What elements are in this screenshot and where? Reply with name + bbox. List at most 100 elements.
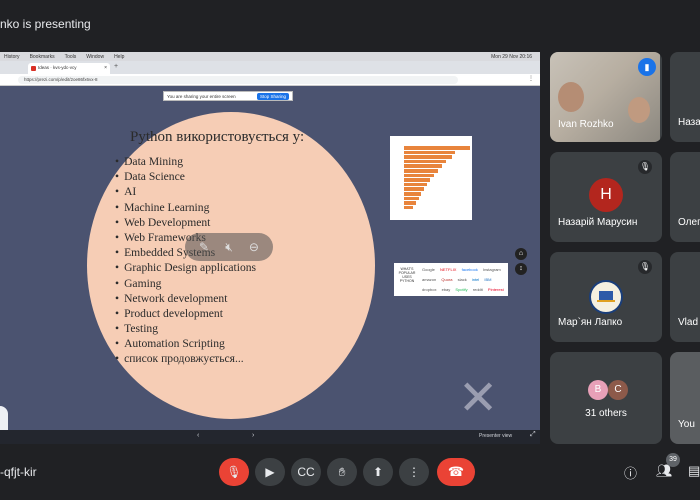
participant-name: Назарій Марусин xyxy=(558,217,638,228)
tile-hover-controls[interactable]: ✎ 🔇︎ ⊖ xyxy=(185,233,273,261)
logo-ebay: ebay xyxy=(441,287,451,292)
participant-tile[interactable]: 🎙︎ Мар`ян Лапко xyxy=(550,252,662,342)
others-count: 31 others xyxy=(585,408,627,419)
remove-icon[interactable]: ⊖ xyxy=(249,240,259,254)
person-face xyxy=(628,97,650,123)
logos-row: Google NETFLIX facebook Instagram xyxy=(422,267,505,272)
logo-slack: slack xyxy=(457,277,467,282)
self-tile[interactable]: You xyxy=(670,352,700,444)
meeting-details-icon[interactable]: ⓘ xyxy=(624,463,637,482)
list-item: AI xyxy=(115,184,256,199)
microphone-off-button[interactable]: 🎙︎ xyxy=(219,458,249,486)
home-icon: ⌂ xyxy=(515,248,527,260)
participant-tile[interactable]: Vlad xyxy=(670,252,700,342)
slide-thumbnail-logos: WHAT'S POPULAR USES PYTHON Google NETFLI… xyxy=(394,263,508,296)
browser-tab: Ideas · kvs-ydc-vcy × xyxy=(28,63,110,74)
list-item: Gaming xyxy=(115,276,256,291)
mac-menu-bar: History Bookmarks Tools Window Help Mon … xyxy=(0,52,540,61)
raise-hand-button[interactable]: ✋︎ xyxy=(327,458,357,486)
captions-button[interactable]: CC xyxy=(291,458,321,486)
list-item: Testing xyxy=(115,321,256,336)
participant-tile[interactable]: 🎙︎ Н Назарій Марусин xyxy=(550,152,662,242)
list-item: Product development xyxy=(115,306,256,321)
prezi-bottom-bar: ‹ › Presenter view ⤢ xyxy=(0,430,540,444)
stop-sharing-button: Stop Sharing xyxy=(256,92,289,100)
logo-dropbox: dropbox xyxy=(422,287,437,292)
laptop-logo-icon xyxy=(597,291,615,302)
presenter-view-label: Presenter view xyxy=(479,433,513,439)
fit-view-icon: ↕ xyxy=(515,263,527,275)
others-tile[interactable]: B C 31 others xyxy=(550,352,662,444)
menu-bookmarks: Bookmarks xyxy=(29,53,55,60)
logo-quora: Quora xyxy=(441,277,453,282)
participant-name: Олег xyxy=(678,217,700,228)
list-item: Data Science xyxy=(115,169,256,184)
meeting-code: -qfjt-kir xyxy=(0,465,37,479)
menu-tools: Tools xyxy=(64,53,77,60)
leave-call-button[interactable]: ☎ xyxy=(437,458,475,486)
menu-help: Help xyxy=(114,53,125,60)
screen-share-banner: You are sharing your entire screen Stop … xyxy=(163,91,293,101)
list-item: Web Development xyxy=(115,215,256,230)
top-bar: nko is presenting xyxy=(0,0,700,46)
decorative-x-icon: ✕ xyxy=(458,370,499,426)
fullscreen-icon: ⤢ xyxy=(530,431,536,438)
logo-facebook: facebook xyxy=(461,267,478,272)
previous-slide-icon: ‹ xyxy=(197,432,200,439)
mute-volume-icon[interactable]: 🔇︎ xyxy=(225,240,233,255)
logo-netflix: NETFLIX xyxy=(440,267,457,272)
person-face xyxy=(558,82,584,112)
avatar: B xyxy=(588,380,608,400)
share-banner-text: You are sharing your entire screen xyxy=(167,93,236,99)
list-item: Automation Scripting xyxy=(115,336,256,351)
tab-close-icon: × xyxy=(104,65,107,71)
logo-google: Google xyxy=(422,267,435,272)
logo-amazon: amazon xyxy=(422,277,437,282)
mac-clock: Mon 29 Nov 20:16 xyxy=(491,53,532,60)
participant-name: Наза xyxy=(678,117,700,128)
address-bar: https://prezi.com/p/edit/2oe86fx6vx-8 ⋮ xyxy=(0,74,540,86)
shared-screen: History Bookmarks Tools Window Help Mon … xyxy=(0,52,540,444)
next-slide-icon: › xyxy=(252,432,255,439)
participant-name: Мар`ян Лапко xyxy=(558,317,623,328)
participant-count-badge: 39 xyxy=(666,453,680,467)
avatar: Н xyxy=(589,178,623,212)
menu-window: Window xyxy=(86,53,105,60)
logo-spotify: Spotify xyxy=(455,287,468,292)
slide-thumbnail-chart xyxy=(390,136,472,220)
participant-tile[interactable]: Олег xyxy=(670,152,700,242)
slide-title: Python використовується у: xyxy=(130,129,305,145)
participant-name: Vlad xyxy=(678,317,699,328)
python-logo-icon: WHAT'S POPULAR USES PYTHON xyxy=(398,267,416,283)
list-item: Network development xyxy=(115,291,256,306)
list-item: Machine Learning xyxy=(115,200,256,215)
camera-button[interactable]: ▶ xyxy=(255,458,285,486)
present-button[interactable]: ⬆ xyxy=(363,458,393,486)
participant-name: Ivan Rozhko xyxy=(558,119,614,130)
thumbnail-bars xyxy=(404,146,470,210)
logo-instagram: Instagram xyxy=(482,267,501,272)
logo-intel: intel xyxy=(471,277,480,282)
logos-row: dropbox ebay Spotify reddit Pinterest xyxy=(422,287,508,292)
logo-ibm: IBM xyxy=(484,277,492,282)
browser-menu-icon: ⋮ xyxy=(528,76,534,82)
participant-tile-speaker[interactable]: ▮ Ivan Rozhko xyxy=(550,52,662,142)
prezi-favicon-icon xyxy=(31,66,36,71)
chat-icon[interactable]: ▤ xyxy=(688,463,700,479)
tab-title: Ideas · kvs-ydc-vcy xyxy=(38,65,77,70)
logo-pinterest: Pinterest xyxy=(487,287,504,292)
participant-tile[interactable]: Наза xyxy=(670,52,700,142)
avatar: C xyxy=(608,380,628,400)
participant-name: You xyxy=(678,419,695,430)
list-item: список продовжується... xyxy=(115,351,256,366)
speaking-indicator-icon: ▮ xyxy=(638,58,656,76)
menu-history: History xyxy=(4,53,20,60)
more-options-button[interactable]: ⋮ xyxy=(399,458,429,486)
mic-off-icon: 🎙︎ xyxy=(638,260,652,274)
list-item: Data Mining xyxy=(115,154,256,169)
new-tab-icon: + xyxy=(114,63,119,70)
list-item: Graphic Design applications xyxy=(115,260,256,275)
pin-icon[interactable]: ✎ xyxy=(199,240,209,254)
logo-reddit: reddit xyxy=(472,287,483,292)
browser-tab-bar: Ideas · kvs-ydc-vcy × + xyxy=(0,61,540,74)
